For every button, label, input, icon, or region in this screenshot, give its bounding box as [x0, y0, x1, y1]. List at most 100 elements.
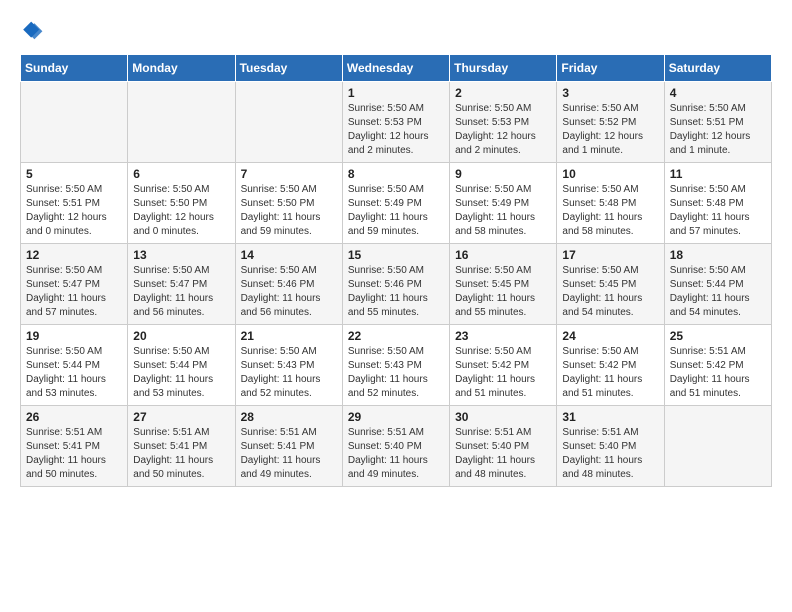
- weekday-header-saturday: Saturday: [664, 55, 771, 82]
- day-info: Sunrise: 5:50 AM Sunset: 5:48 PM Dayligh…: [562, 183, 658, 239]
- day-info: Sunrise: 5:51 AM Sunset: 5:40 PM Dayligh…: [562, 426, 658, 482]
- calendar-day-31: 31Sunrise: 5:51 AM Sunset: 5:40 PM Dayli…: [557, 406, 664, 487]
- calendar-week-row: 5Sunrise: 5:50 AM Sunset: 5:51 PM Daylig…: [21, 163, 772, 244]
- calendar-day-5: 5Sunrise: 5:50 AM Sunset: 5:51 PM Daylig…: [21, 163, 128, 244]
- day-info: Sunrise: 5:50 AM Sunset: 5:47 PM Dayligh…: [26, 264, 122, 320]
- day-number: 25: [670, 329, 766, 343]
- calendar-day-29: 29 Sunrise: 5:51 AM Sunset: 5:40 PM Dayli…: [342, 406, 449, 487]
- calendar-week-row: 26 Sunrise: 5:51 AM Sunset: 5:41 PM Dayli…: [21, 406, 772, 487]
- day-info: Sunrise: 5:51 AM Sunset: 5:40 PM Dayligh…: [455, 426, 551, 482]
- calendar-day-15: 15Sunrise: 5:50 AM Sunset: 5:46 PM Dayli…: [342, 244, 449, 325]
- day-info: Sunrise: 5:51 AM Sunset: 5:41 PM Dayligh…: [133, 426, 229, 482]
- day-info: Sunrise: 5:50 AM Sunset: 5:47 PM Dayligh…: [133, 264, 229, 320]
- calendar-day-18: 18Sunrise: 5:50 AM Sunset: 5:44 PM Dayli…: [664, 244, 771, 325]
- calendar-day-28: 28 Sunrise: 5:51 AM Sunset: 5:41 PM Dayli…: [235, 406, 342, 487]
- day-info: Sunrise: 5:50 AM Sunset: 5:53 PM Dayligh…: [348, 102, 444, 158]
- weekday-header-thursday: Thursday: [450, 55, 557, 82]
- day-number: 9: [455, 167, 551, 181]
- day-number: 15: [348, 248, 444, 262]
- calendar-day-20: 20Sunrise: 5:50 AM Sunset: 5:44 PM Dayli…: [128, 325, 235, 406]
- day-number: 13: [133, 248, 229, 262]
- day-number: 17: [562, 248, 658, 262]
- calendar-day-25: 25 Sunrise: 5:51 AM Sunset: 5:42 PM Dayli…: [664, 325, 771, 406]
- calendar-day-27: 27 Sunrise: 5:51 AM Sunset: 5:41 PM Dayli…: [128, 406, 235, 487]
- day-number: 6: [133, 167, 229, 181]
- calendar-empty-cell: [235, 82, 342, 163]
- day-info: Sunrise: 5:50 AM Sunset: 5:43 PM Dayligh…: [241, 345, 337, 401]
- calendar-day-9: 9 Sunrise: 5:50 AM Sunset: 5:49 PM Daylig…: [450, 163, 557, 244]
- day-info: Sunrise: 5:50 AM Sunset: 5:43 PM Dayligh…: [348, 345, 444, 401]
- calendar-day-21: 21Sunrise: 5:50 AM Sunset: 5:43 PM Dayli…: [235, 325, 342, 406]
- day-number: 14: [241, 248, 337, 262]
- day-number: 29: [348, 410, 444, 424]
- general-blue-logo-icon: [20, 20, 44, 44]
- day-number: 26: [26, 410, 122, 424]
- day-info: Sunrise: 5:50 AM Sunset: 5:48 PM Dayligh…: [670, 183, 766, 239]
- day-number: 10: [562, 167, 658, 181]
- page-header: [20, 20, 772, 44]
- day-info: Sunrise: 5:50 AM Sunset: 5:53 PM Dayligh…: [455, 102, 551, 158]
- logo: [20, 20, 48, 44]
- day-number: 11: [670, 167, 766, 181]
- day-info: Sunrise: 5:50 AM Sunset: 5:50 PM Dayligh…: [241, 183, 337, 239]
- calendar-day-23: 23 Sunrise: 5:50 AM Sunset: 5:42 PM Dayli…: [450, 325, 557, 406]
- day-info: Sunrise: 5:51 AM Sunset: 5:40 PM Dayligh…: [348, 426, 444, 482]
- calendar-day-2: 2 Sunrise: 5:50 AM Sunset: 5:53 PM Daylig…: [450, 82, 557, 163]
- weekday-header-sunday: Sunday: [21, 55, 128, 82]
- day-info: Sunrise: 5:51 AM Sunset: 5:42 PM Dayligh…: [670, 345, 766, 401]
- calendar-day-19: 19 Sunrise: 5:50 AM Sunset: 5:44 PM Dayli…: [21, 325, 128, 406]
- calendar-day-24: 24 Sunrise: 5:50 AM Sunset: 5:42 PM Dayli…: [557, 325, 664, 406]
- day-number: 1: [348, 86, 444, 100]
- calendar-day-8: 8Sunrise: 5:50 AM Sunset: 5:49 PM Daylig…: [342, 163, 449, 244]
- calendar-day-14: 14Sunrise: 5:50 AM Sunset: 5:46 PM Dayli…: [235, 244, 342, 325]
- day-number: 24: [562, 329, 658, 343]
- calendar-empty-cell: [21, 82, 128, 163]
- day-info: Sunrise: 5:50 AM Sunset: 5:45 PM Dayligh…: [562, 264, 658, 320]
- day-number: 3: [562, 86, 658, 100]
- day-info: Sunrise: 5:50 AM Sunset: 5:42 PM Dayligh…: [562, 345, 658, 401]
- calendar-day-12: 12 Sunrise: 5:50 AM Sunset: 5:47 PM Dayli…: [21, 244, 128, 325]
- day-info: Sunrise: 5:50 AM Sunset: 5:44 PM Dayligh…: [26, 345, 122, 401]
- day-number: 7: [241, 167, 337, 181]
- day-info: Sunrise: 5:50 AM Sunset: 5:52 PM Dayligh…: [562, 102, 658, 158]
- day-number: 18: [670, 248, 766, 262]
- calendar-day-16: 16 Sunrise: 5:50 AM Sunset: 5:45 PM Dayli…: [450, 244, 557, 325]
- calendar-week-row: 12 Sunrise: 5:50 AM Sunset: 5:47 PM Dayli…: [21, 244, 772, 325]
- day-info: Sunrise: 5:50 AM Sunset: 5:45 PM Dayligh…: [455, 264, 551, 320]
- day-number: 19: [26, 329, 122, 343]
- day-number: 27: [133, 410, 229, 424]
- calendar-day-17: 17 Sunrise: 5:50 AM Sunset: 5:45 PM Dayli…: [557, 244, 664, 325]
- day-number: 23: [455, 329, 551, 343]
- calendar-day-6: 6 Sunrise: 5:50 AM Sunset: 5:50 PM Daylig…: [128, 163, 235, 244]
- day-number: 8: [348, 167, 444, 181]
- day-info: Sunrise: 5:50 AM Sunset: 5:49 PM Dayligh…: [455, 183, 551, 239]
- day-number: 16: [455, 248, 551, 262]
- day-number: 12: [26, 248, 122, 262]
- calendar-day-26: 26Sunrise: 5:51 AM Sunset: 5:41 PM Dayli…: [21, 406, 128, 487]
- day-info: Sunrise: 5:50 AM Sunset: 5:50 PM Dayligh…: [133, 183, 229, 239]
- calendar-day-13: 13 Sunrise: 5:50 AM Sunset: 5:47 PM Dayli…: [128, 244, 235, 325]
- weekday-header-monday: Monday: [128, 55, 235, 82]
- calendar-empty-cell: [664, 406, 771, 487]
- calendar-day-22: 22 Sunrise: 5:50 AM Sunset: 5:43 PM Dayli…: [342, 325, 449, 406]
- day-info: Sunrise: 5:50 AM Sunset: 5:51 PM Dayligh…: [26, 183, 122, 239]
- day-info: Sunrise: 5:50 AM Sunset: 5:44 PM Dayligh…: [133, 345, 229, 401]
- calendar-day-4: 4Sunrise: 5:50 AM Sunset: 5:51 PM Daylig…: [664, 82, 771, 163]
- weekday-header-wednesday: Wednesday: [342, 55, 449, 82]
- day-info: Sunrise: 5:51 AM Sunset: 5:41 PM Dayligh…: [241, 426, 337, 482]
- calendar-day-11: 11 Sunrise: 5:50 AM Sunset: 5:48 PM Dayli…: [664, 163, 771, 244]
- weekday-header-friday: Friday: [557, 55, 664, 82]
- calendar-table: SundayMondayTuesdayWednesdayThursdayFrid…: [20, 54, 772, 487]
- calendar-day-10: 10 Sunrise: 5:50 AM Sunset: 5:48 PM Dayli…: [557, 163, 664, 244]
- calendar-day-7: 7 Sunrise: 5:50 AM Sunset: 5:50 PM Daylig…: [235, 163, 342, 244]
- calendar-empty-cell: [128, 82, 235, 163]
- calendar-day-1: 1 Sunrise: 5:50 AM Sunset: 5:53 PM Daylig…: [342, 82, 449, 163]
- day-number: 22: [348, 329, 444, 343]
- day-number: 30: [455, 410, 551, 424]
- day-number: 2: [455, 86, 551, 100]
- day-info: Sunrise: 5:50 AM Sunset: 5:42 PM Dayligh…: [455, 345, 551, 401]
- day-number: 28: [241, 410, 337, 424]
- weekday-header-tuesday: Tuesday: [235, 55, 342, 82]
- calendar-day-3: 3 Sunrise: 5:50 AM Sunset: 5:52 PM Daylig…: [557, 82, 664, 163]
- day-info: Sunrise: 5:50 AM Sunset: 5:51 PM Dayligh…: [670, 102, 766, 158]
